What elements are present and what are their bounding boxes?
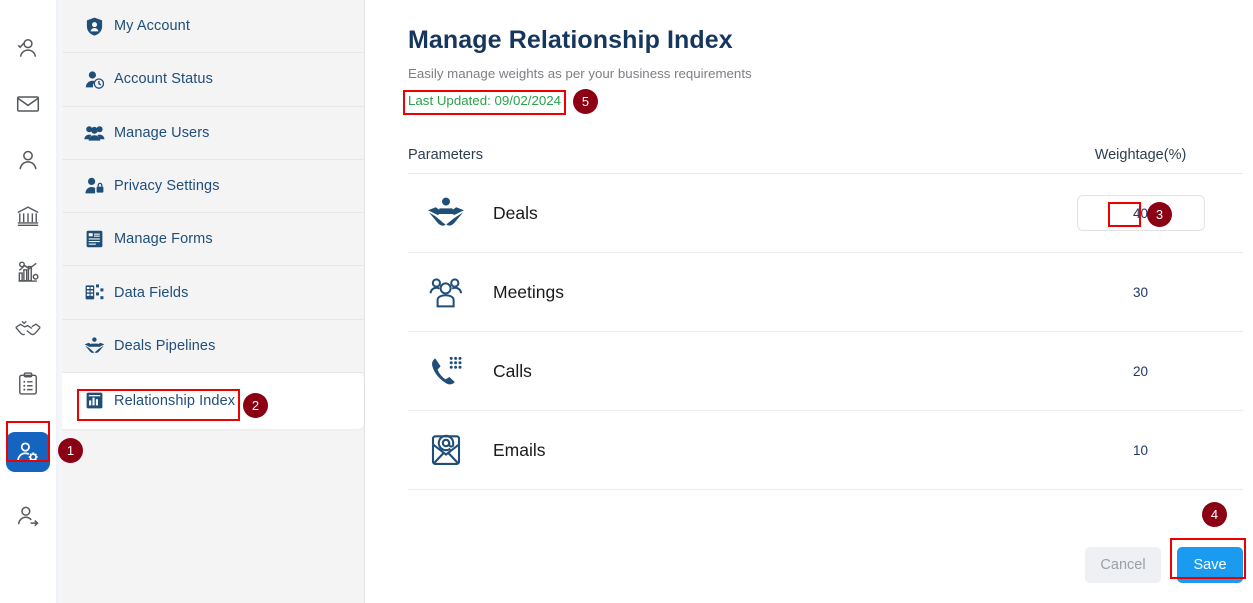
- bank-icon[interactable]: [8, 196, 48, 236]
- app-window: My Account Account Status Manage Users P…: [0, 0, 1253, 603]
- weight-value-emails: 10: [1132, 442, 1149, 458]
- meeting-people-icon: [423, 272, 469, 312]
- parameter-cell: Emails: [408, 430, 1038, 470]
- sidebar-item-data-fields[interactable]: Data Fields: [62, 266, 364, 320]
- sidebar-item-label: Relationship Index: [114, 392, 236, 409]
- parameter-label: Deals: [493, 202, 538, 223]
- weightage-cell: [1038, 195, 1243, 231]
- handshake-deal-icon: [423, 193, 469, 233]
- clipboard-list-icon[interactable]: [8, 364, 48, 404]
- sidebar-item-label: Privacy Settings: [114, 178, 220, 195]
- table-row: Deals: [408, 174, 1243, 253]
- table-header-row: Parameters Weightage(%): [408, 136, 1243, 174]
- data-fields-icon: [83, 283, 105, 303]
- weight-input-deals[interactable]: [1076, 195, 1205, 231]
- sidebar-item-deals-pipelines[interactable]: Deals Pipelines: [62, 319, 364, 374]
- parameter-cell: Deals: [408, 193, 1038, 233]
- weight-value-meetings: 30: [1132, 284, 1149, 300]
- parameter-cell: Meetings: [408, 272, 1038, 312]
- table-row: Calls 20: [408, 332, 1243, 411]
- sidebar-item-relationship-index[interactable]: Relationship Index: [62, 373, 364, 430]
- sidebar-item-label: Deals Pipelines: [114, 337, 216, 354]
- handshake-icon: [83, 336, 105, 356]
- column-header-weightage: Weightage(%): [1094, 146, 1187, 163]
- save-button[interactable]: Save: [1177, 547, 1243, 583]
- sidebar-item-privacy-settings[interactable]: Privacy Settings: [62, 159, 364, 214]
- weightage-table: Parameters Weightage(%) Deals 40 Meeting…: [408, 136, 1243, 490]
- parameter-label: Meetings: [493, 281, 565, 302]
- main-content: Manage Relationship Index Easily manage …: [366, 0, 1253, 603]
- sidebar-item-label: Manage Users: [114, 124, 210, 141]
- user-settings-icon[interactable]: [6, 432, 50, 472]
- parameter-label: Emails: [493, 439, 546, 460]
- settings-sidebar: My Account Account Status Manage Users P…: [62, 0, 365, 603]
- form-icon: [83, 229, 105, 249]
- weightage-cell: 20: [1038, 364, 1243, 379]
- parameter-cell: Calls: [408, 351, 1038, 391]
- handshake-check-icon[interactable]: [8, 308, 48, 348]
- parameter-label: Calls: [493, 360, 532, 381]
- page-title: Manage Relationship Index: [408, 26, 733, 54]
- table-row: Emails 10: [408, 411, 1243, 490]
- weight-value-calls: 20: [1132, 363, 1149, 379]
- phone-keypad-icon: [423, 351, 469, 391]
- user-icon[interactable]: [8, 140, 48, 180]
- bar-chart-icon: [83, 391, 105, 411]
- weightage-cell: 10: [1038, 443, 1243, 458]
- last-updated-label: Last Updated: 09/02/2024: [408, 93, 562, 108]
- left-icon-rail: [0, 0, 56, 603]
- shield-user-icon: [83, 16, 105, 36]
- user-check-icon[interactable]: [8, 28, 48, 68]
- envelope-icon[interactable]: [8, 84, 48, 124]
- column-header-parameters: Parameters: [408, 146, 483, 163]
- table-row: Meetings 30: [408, 253, 1243, 332]
- sidebar-item-my-account[interactable]: My Account: [62, 0, 364, 54]
- sidebar-item-label: Manage Forms: [114, 231, 213, 248]
- footer-actions: Cancel Save: [1085, 547, 1243, 583]
- user-lock-icon: [83, 176, 105, 196]
- user-arrow-icon[interactable]: [8, 496, 48, 536]
- users-icon: [83, 123, 105, 143]
- sidebar-item-manage-forms[interactable]: Manage Forms: [62, 213, 364, 267]
- sidebar-item-label: Account Status: [114, 71, 213, 88]
- sidebar-item-label: My Account: [114, 18, 190, 35]
- sidebar-item-label: Data Fields: [114, 284, 189, 301]
- sidebar-item-account-status[interactable]: Account Status: [62, 53, 364, 107]
- weightage-cell: 30: [1038, 285, 1243, 300]
- email-at-icon: [423, 430, 469, 470]
- page-subtitle: Easily manage weights as per your busine…: [408, 66, 752, 81]
- sidebar-item-manage-users[interactable]: Manage Users: [62, 106, 364, 160]
- user-clock-icon: [83, 69, 105, 89]
- cancel-button[interactable]: Cancel: [1085, 547, 1161, 583]
- analytics-gear-icon[interactable]: [8, 252, 48, 292]
